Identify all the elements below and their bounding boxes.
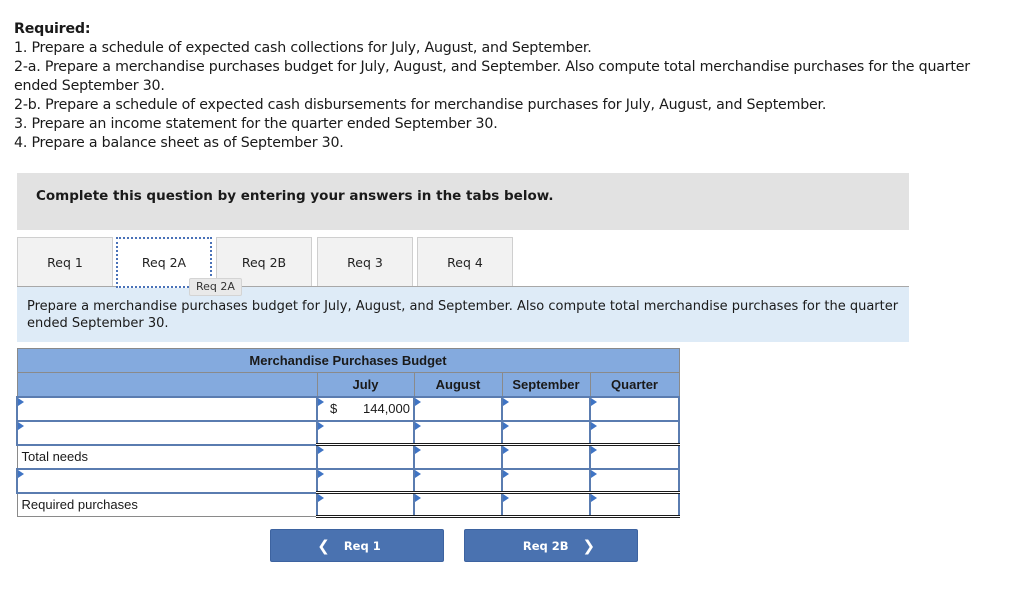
august-input[interactable] [413,443,503,470]
dropdown-marker-icon [591,469,597,478]
tab-req-4[interactable]: Req 4 [417,237,513,287]
dropdown-marker-icon [18,469,24,478]
merchandise-purchases-budget-table: Merchandise Purchases Budget July August… [16,348,681,518]
tab-req-3[interactable]: Req 3 [317,237,413,287]
tab-label: Req 4 [447,255,483,270]
august-input[interactable] [413,419,503,446]
september-input[interactable] [501,443,591,470]
required-title: Required: [14,21,91,37]
column-header-label [16,372,318,397]
dropdown-marker-icon [503,494,509,502]
august-input[interactable] [413,467,503,494]
july-input[interactable] [316,443,415,470]
tooltip: Req 2A [189,278,242,296]
quarter-input[interactable] [588,491,681,518]
july-input[interactable] [316,491,415,518]
dropdown-marker-icon [591,421,597,430]
prompt-text: Prepare a merchandise purchases budget f… [27,299,899,331]
column-header-quarter: Quarter [589,372,680,397]
dropdown-marker-icon [18,397,24,406]
july-input[interactable]: $144,000 [316,395,415,422]
quarter-input[interactable] [588,467,681,494]
dropdown-marker-icon [503,469,509,478]
tab-label: Req 2A [141,255,187,270]
required-item-1: 1. Prepare a schedule of expected cash c… [14,40,592,56]
dropdown-marker-icon [18,421,24,430]
required-section: Required: 1. Prepare a schedule of expec… [14,20,1004,153]
table-row: $144,000 [16,395,681,422]
dropdown-marker-icon [503,446,509,454]
dropdown-marker-icon [415,469,421,478]
tab-label: Req 1 [47,255,83,270]
table-row [16,467,681,494]
instructions-text: Complete this question by entering your … [36,188,554,204]
required-item-2a: 2-a. Prepare a merchandise purchases bud… [14,59,970,94]
row-label-input[interactable] [16,419,318,446]
row-label-input[interactable] [16,467,318,494]
dropdown-marker-icon [591,446,597,454]
dropdown-marker-icon [318,397,324,406]
july-input[interactable] [316,419,415,446]
required-item-2b: 2-b. Prepare a schedule of expected cash… [14,97,827,113]
quarter-input[interactable] [588,395,681,422]
dropdown-marker-icon [318,494,324,502]
dropdown-marker-icon [415,397,421,406]
dropdown-marker-icon [503,421,509,430]
next-req-2b-button[interactable]: Req 2B ❯ [464,529,638,562]
cell-value: 144,000 [363,401,410,416]
currency-symbol: $ [330,401,338,416]
chevron-right-icon: ❯ [582,536,596,555]
question-prompt: Prepare a merchandise purchases budget f… [17,287,909,342]
july-input[interactable] [316,467,415,494]
dropdown-marker-icon [415,446,421,454]
prev-button-label: Req 1 [343,538,381,553]
required-item-4: 4. Prepare a balance sheet as of Septemb… [14,135,344,151]
row-label: Required purchases [16,492,318,517]
tab-bar: Req 1 Req 2A Req 2B Req 3 Req 4 [17,237,909,288]
chevron-left-icon: ❮ [317,536,330,555]
dropdown-marker-icon [591,397,597,406]
table-row [16,419,681,446]
dropdown-marker-icon [503,397,509,406]
september-input[interactable] [501,491,591,518]
tab-req-1[interactable]: Req 1 [17,237,113,287]
dropdown-marker-icon [318,421,324,430]
september-input[interactable] [501,395,591,422]
required-item-3: 3. Prepare an income statement for the q… [14,116,498,132]
september-input[interactable] [501,467,591,494]
tab-label: Req 2B [241,255,287,270]
august-input[interactable] [413,395,503,422]
column-header-july: July [316,372,415,397]
column-header-september: September [501,372,591,397]
quarter-input[interactable] [588,443,681,470]
table-row-total-needs: Total needs [16,443,681,470]
instructions-bar: Complete this question by entering your … [17,173,909,230]
dropdown-marker-icon [415,421,421,430]
table-title: Merchandise Purchases Budget [16,348,680,373]
september-input[interactable] [501,419,591,446]
dropdown-marker-icon [415,494,421,502]
row-label: Total needs [16,444,318,469]
quarter-input[interactable] [588,419,681,446]
table-row-required-purchases: Required purchases [16,491,681,518]
dropdown-marker-icon [591,494,597,502]
next-button-label: Req 2B [522,538,569,553]
column-header-august: August [413,372,503,397]
prev-req-1-button[interactable]: ❮ Req 1 [270,529,444,562]
row-label-input[interactable] [16,395,318,422]
dropdown-marker-icon [318,469,324,478]
august-input[interactable] [413,491,503,518]
tab-label: Req 3 [347,255,383,270]
dropdown-marker-icon [318,446,324,454]
